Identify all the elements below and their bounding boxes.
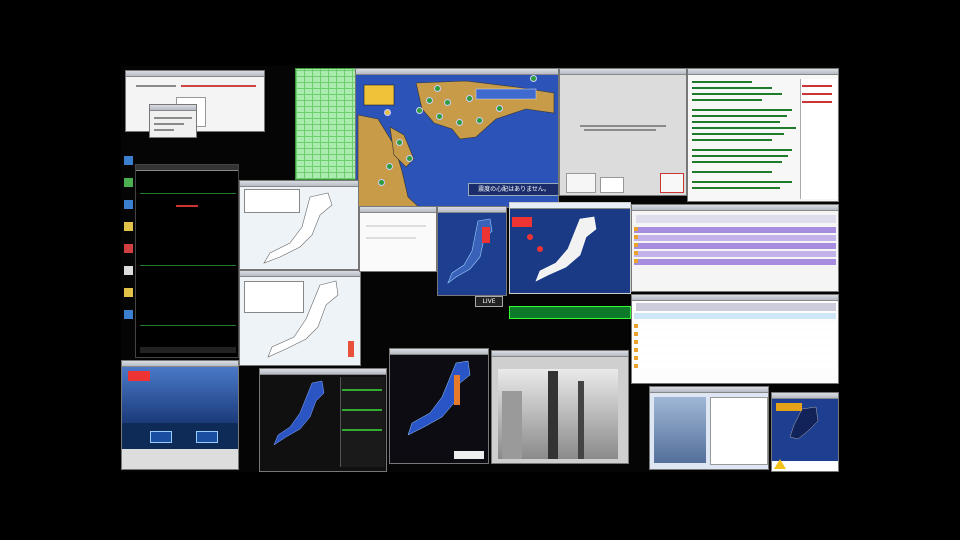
alert-ticker (509, 306, 631, 319)
desktop-icon[interactable] (124, 244, 133, 253)
warning-icon (774, 459, 786, 469)
event-list-window[interactable] (631, 294, 839, 384)
seismometer-window[interactable] (121, 360, 239, 470)
radar-window[interactable] (649, 386, 769, 470)
desktop-icon[interactable] (124, 178, 133, 187)
japan-map-window[interactable] (437, 206, 507, 296)
desktop-icon[interactable] (124, 222, 133, 231)
desktop-icon[interactable] (124, 200, 133, 209)
blank-window[interactable] (359, 206, 437, 272)
intensity-map-window[interactable] (239, 270, 361, 366)
desktop-icon[interactable] (124, 310, 133, 319)
desktop-icon[interactable] (124, 156, 133, 165)
tsunami-map-window[interactable] (509, 202, 631, 294)
info-window[interactable] (559, 68, 687, 196)
desktop-icon[interactable] (124, 266, 133, 275)
live-badge: LIVE (475, 296, 503, 307)
quake-caption: 震度の心配はありません。 (468, 183, 558, 196)
desktop-icons (121, 156, 135, 346)
dialog-window[interactable] (149, 104, 197, 138)
seismic-monitor-window[interactable] (259, 368, 387, 472)
intensity-realtime-window[interactable] (389, 348, 489, 464)
desktop-background: 震度の心配はありません。 LIVE (121, 66, 839, 472)
camera-feed-window[interactable] (491, 350, 629, 464)
seismograph-window[interactable] (135, 164, 239, 358)
alert-map-window[interactable] (771, 392, 839, 472)
intensity-map-window[interactable] (239, 180, 359, 270)
desktop-icon[interactable] (124, 288, 133, 297)
chat-log-window[interactable] (687, 68, 839, 202)
window-titlebar[interactable] (126, 71, 264, 77)
station-list-window[interactable] (631, 204, 839, 292)
spreadsheet-window[interactable] (295, 68, 357, 180)
earthquake-map-window[interactable]: 震度の心配はありません。 (355, 68, 559, 208)
